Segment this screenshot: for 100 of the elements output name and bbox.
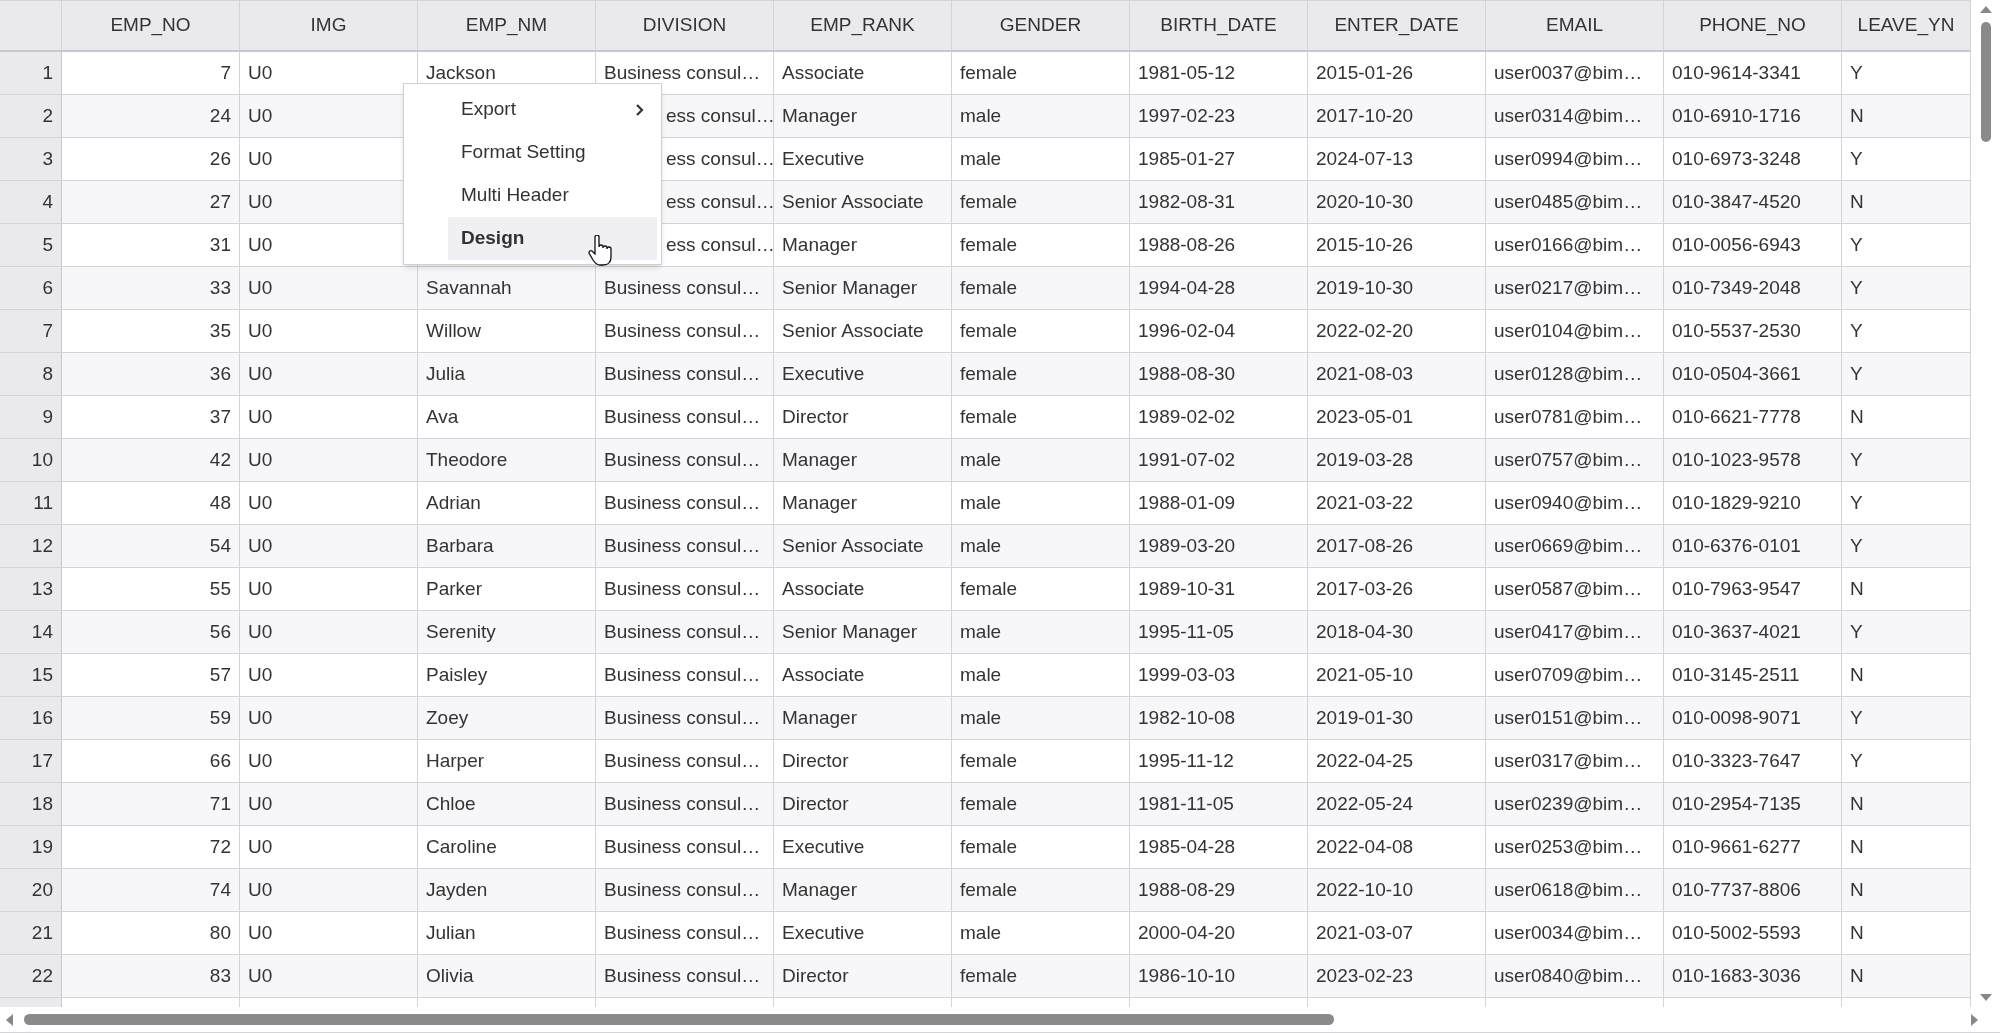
column-header[interactable]: EMP_RANK [774,1,952,50]
table-cell-text: Executive [782,146,865,171]
table-cell-text: 55 [209,576,231,601]
table-cell-text: 1989-10-31 [1138,576,1236,601]
table-cell-text: 010-6621-7778 [1672,404,1801,429]
table-cell-text: 1996-02-04 [1138,318,1236,343]
table-cell-text: ess consul… [666,232,773,257]
row-number: 4 [42,189,53,214]
table-cell-text: N [1850,103,1864,128]
table-cell-text: N [1850,189,1864,214]
table-cell-text: Business consul… [604,576,761,601]
table-cell-text: Director [782,963,849,988]
table-cell-text: 1988-08-26 [1138,232,1236,257]
table-cell-text: U0 [248,447,273,472]
table-cell-text: user0709@bim… [1494,662,1643,687]
row-number: 17 [31,748,53,773]
table-cell-text: user0128@bim… [1494,361,1643,386]
table-cell-text: female [960,748,1018,773]
menu-item[interactable]: Design [448,217,657,260]
table-cell-text: Parker [426,576,482,601]
column-header[interactable]: GENDER [952,1,1130,50]
table-cell-text: 1989-03-20 [1138,533,1236,558]
table-cell-text: 56 [209,619,231,644]
table-cell-text: 2024-07-13 [1316,146,1414,171]
row-number: 2 [42,103,53,128]
table-cell-text: male [960,103,1002,128]
table-cell-text: N [1850,662,1864,687]
table-cell-text: 010-3847-4520 [1672,189,1801,214]
table-cell-text: 35 [209,318,231,343]
table-cell-text: user0034@bim… [1494,920,1643,945]
table-cell-text: female [960,877,1018,902]
column-header[interactable]: EMAIL [1486,1,1664,50]
table-cell-text: Y [1850,60,1863,85]
table-cell-text: 48 [209,490,231,515]
table-cell-text: female [960,232,1018,257]
table-cell-text: Business consul… [604,275,761,300]
table-cell-text: Business consul… [604,834,761,859]
table-cell-text: N [1850,877,1864,902]
table-cell-text: Theodore [426,447,508,472]
row-number: 11 [33,490,53,515]
table-cell-text: 2019-03-28 [1316,447,1414,472]
table-cell-text: ess consul… [666,103,773,128]
table-cell-text: 010-1023-9578 [1672,447,1801,472]
table-cell-text: U0 [248,189,273,214]
table-cell-text: Adrian [426,490,481,515]
table-cell-text: 010-0504-3661 [1672,361,1801,386]
table-cell-text: 1985-04-28 [1138,834,1236,859]
table-cell-text: Harper [426,748,485,773]
table-cell-text: N [1850,791,1864,816]
table-cell-text: Associate [782,60,865,85]
table-cell-text: 31 [209,232,231,257]
table-cell-text: 1988-08-29 [1138,877,1236,902]
table-cell-text: Manager [782,103,857,128]
table-cell-text: Business consul… [604,662,761,687]
scroll-left-icon[interactable] [4,1012,14,1027]
table-cell-text: user0757@bim… [1494,447,1643,472]
table-cell-text: 27 [209,189,231,214]
menu-item[interactable]: Format Setting [448,131,657,174]
table-cell-text: Director [782,404,849,429]
menu-item[interactable]: Export [448,88,657,131]
table-cell-text: Manager [782,490,857,515]
table-cell-text: N [1850,920,1864,945]
table-cell-text: Business consul… [604,877,761,902]
column-header[interactable]: EMP_NO [62,1,240,50]
menu-item[interactable]: Multi Header [448,174,657,217]
column-header[interactable]: BIRTH_DATE [1130,1,1308,50]
table-cell-text: U0 [248,490,273,515]
table-cell-text: 2015-01-26 [1316,60,1414,85]
table-cell-text: 2019-01-30 [1316,705,1414,730]
table-cell-text: U0 [248,103,273,128]
table-cell-text: Business consul… [604,533,761,558]
table-cell-text: user0840@bim… [1494,963,1643,988]
table-cell-text: Executive [782,361,865,386]
table-cell-text: N [1850,404,1864,429]
table-cell-text: Paisley [426,662,488,687]
table-cell-text: U0 [248,619,273,644]
table-cell-text: U0 [248,533,273,558]
column-header[interactable]: DIVISION [596,1,774,50]
table-cell-text: 010-6376-0101 [1672,533,1801,558]
scroll-up-icon[interactable] [1978,4,1993,14]
scroll-right-icon[interactable] [1970,1012,1980,1027]
column-header[interactable]: IMG [240,1,418,50]
table-cell-text: 54 [209,533,231,558]
table-cell-text: user0253@bim… [1494,834,1643,859]
table-cell-text: Y [1850,232,1863,257]
table-cell-text: 33 [209,275,231,300]
table-cell-text: 2017-03-26 [1316,576,1414,601]
column-header[interactable]: EMP_NM [418,1,596,50]
table-cell-text: Y [1850,146,1863,171]
scroll-down-icon[interactable] [1978,993,1993,1003]
scrollbar-thumb[interactable] [24,1014,1334,1025]
table-cell-text: user0485@bim… [1494,189,1643,214]
scrollbar-thumb[interactable] [1980,22,1991,142]
row-number: 16 [31,705,53,730]
column-header[interactable]: ENTER_DATE [1308,1,1486,50]
table-cell-text: U0 [248,963,273,988]
table-cell-text: 66 [209,748,231,773]
table-cell-text: 26 [209,146,231,171]
table-cell-text: 2015-10-26 [1316,232,1414,257]
column-header[interactable]: PHONE_NO [1664,1,1842,50]
